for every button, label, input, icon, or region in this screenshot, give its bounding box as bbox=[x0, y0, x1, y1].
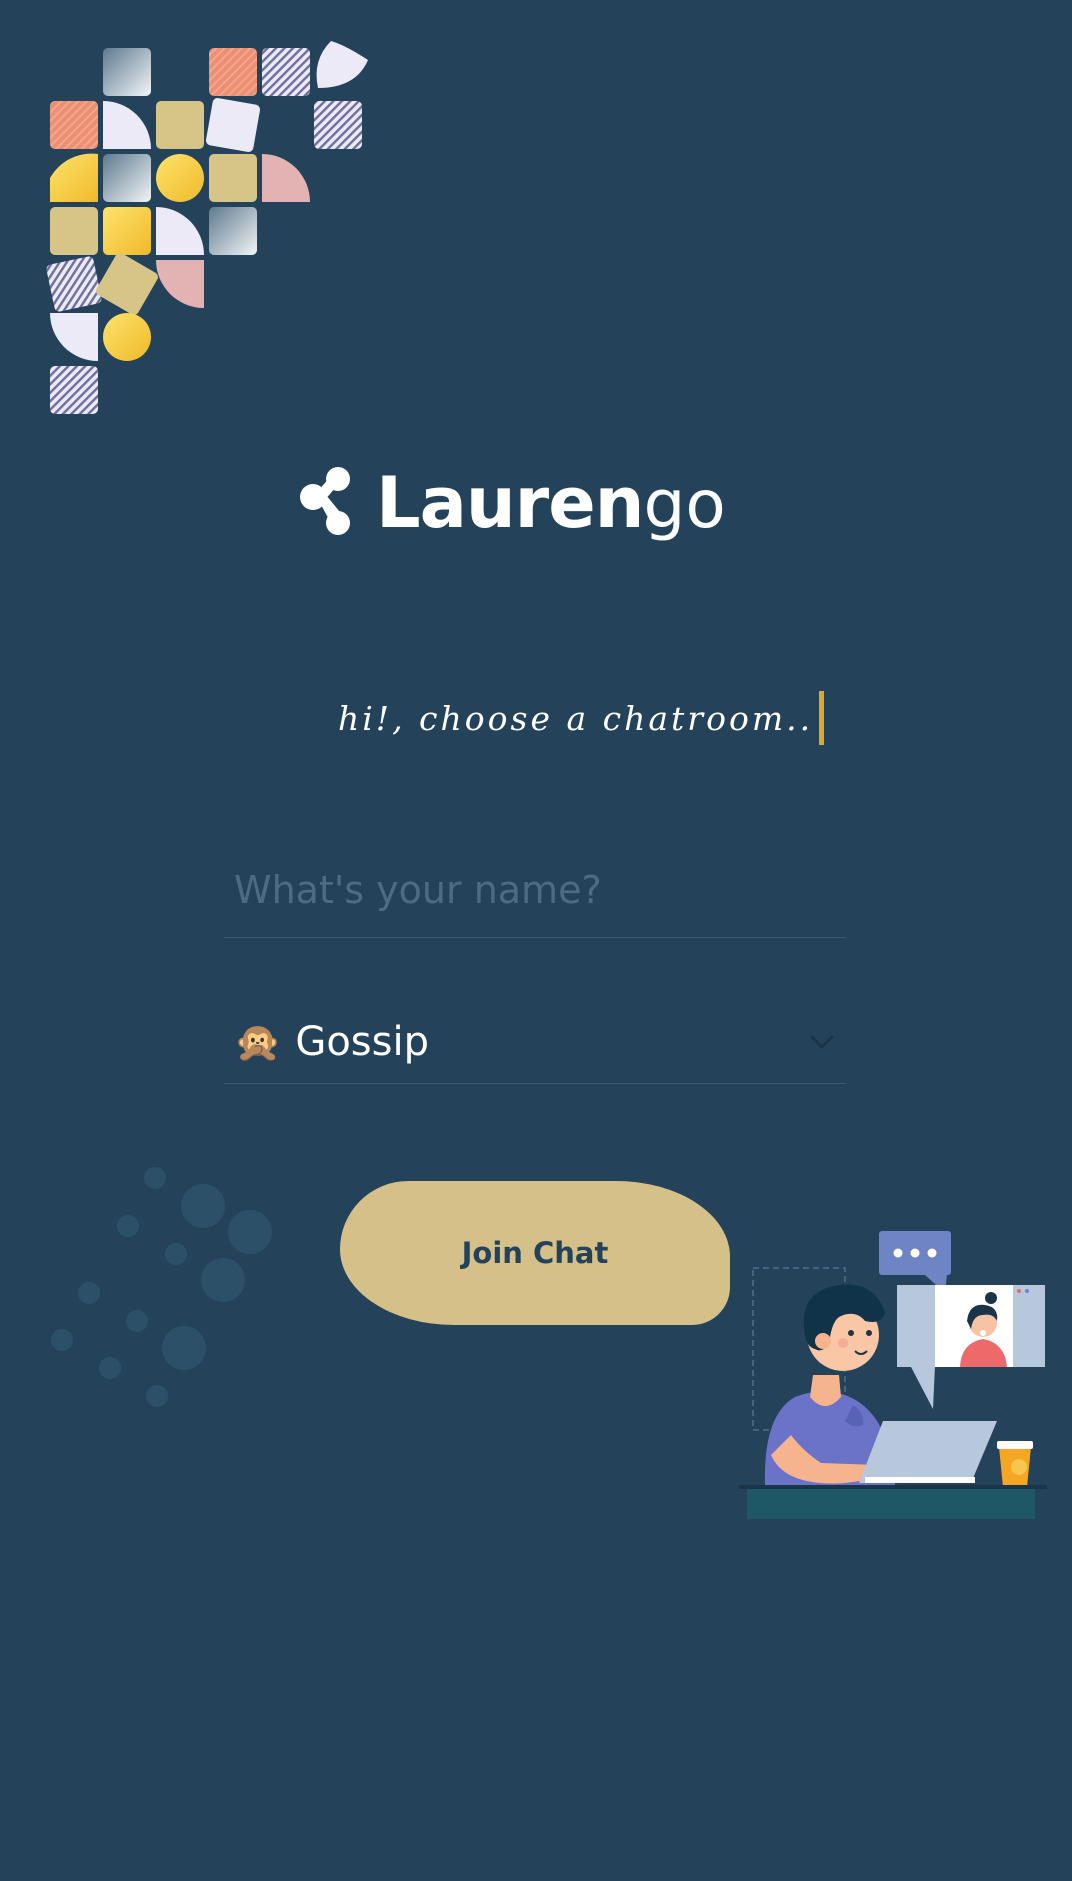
typing-caret bbox=[819, 691, 825, 745]
logo-mark-icon bbox=[300, 467, 350, 535]
name-field bbox=[224, 854, 846, 938]
logo-wordmark-bold: Lauren bbox=[376, 462, 645, 544]
room-select[interactable]: 🙊 Gossip bbox=[224, 1000, 846, 1084]
logo-wordmark-light: go bbox=[643, 466, 726, 543]
decorative-mosaic bbox=[46, 41, 368, 414]
room-emoji-icon: 🙊 bbox=[234, 1019, 282, 1064]
decorative-dots bbox=[51, 1167, 272, 1407]
chevron-down-icon bbox=[810, 1035, 834, 1048]
video-call-illustration bbox=[739, 1231, 1047, 1519]
name-input[interactable] bbox=[224, 854, 846, 926]
join-chat-button[interactable]: Join Chat bbox=[340, 1181, 730, 1325]
room-select-value: Gossip bbox=[295, 1018, 429, 1065]
tagline-text: hi!, choose a chatroom.. bbox=[338, 698, 814, 738]
app-logo: Laurengo bbox=[300, 460, 726, 546]
logo-wordmark: Laurengo bbox=[376, 468, 726, 538]
join-chat-label: Join Chat bbox=[461, 1236, 609, 1270]
tagline: hi!, choose a chatroom.. bbox=[338, 690, 825, 746]
